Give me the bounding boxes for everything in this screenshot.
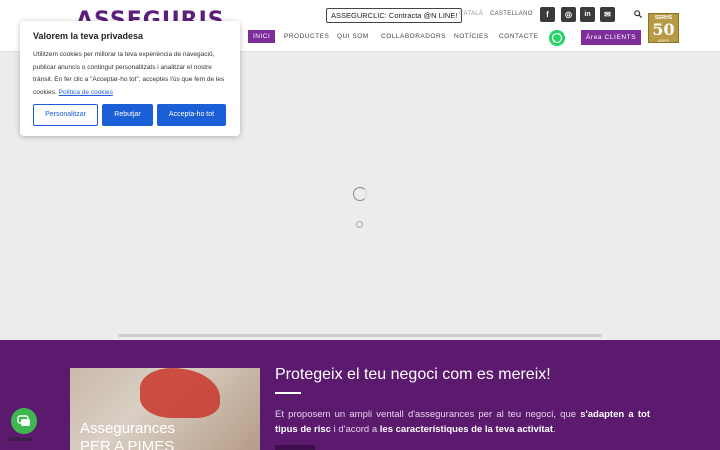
- chat-widget-icon[interactable]: [11, 408, 37, 434]
- pimes-card-title: Assegurances PER A PIMES: [80, 420, 175, 450]
- online-contract-button[interactable]: ASSEGURCLIC: Contracta @N LINE!: [326, 8, 463, 23]
- cookie-policy-link[interactable]: Política de cookies: [59, 89, 113, 96]
- section-title: Protegeix el teu negoci com es mereix!: [275, 366, 551, 383]
- cookie-consent-dialog: Valorem la teva privadesa Utilitzem cook…: [20, 21, 240, 136]
- badge-bottom-text: ANYS: [658, 38, 669, 43]
- reject-button[interactable]: Rebutjar: [102, 104, 153, 126]
- linkedin-icon[interactable]: in: [580, 7, 595, 22]
- email-icon[interactable]: ✉: [600, 7, 615, 22]
- slider-dot[interactable]: [356, 221, 363, 228]
- anniversary-badge: SERHS 50 ANYS: [648, 13, 679, 43]
- nav-item-contacte[interactable]: CONTACTE: [499, 33, 538, 40]
- client-area-button[interactable]: Àrea CLIENTS: [581, 30, 642, 45]
- section-description: Et proposem un ampli ventall d'asseguran…: [275, 407, 650, 437]
- nav-item-collaboradors[interactable]: COLLABORADORS: [381, 33, 446, 40]
- nav-item-productes[interactable]: PRODUCTES: [284, 33, 329, 40]
- whatsapp-icon[interactable]: [549, 30, 565, 46]
- loading-spinner-icon: [353, 187, 367, 201]
- slider-progress-bar: [118, 334, 602, 337]
- cookie-title: Valorem la teva privadesa: [33, 31, 144, 41]
- badge-number: 50: [652, 20, 675, 39]
- accept-all-button[interactable]: Accepta-ho tot: [157, 104, 226, 126]
- facebook-icon[interactable]: f: [540, 7, 555, 22]
- search-icon[interactable]: [634, 10, 642, 18]
- language-spanish-link[interactable]: CASTELLANO: [490, 11, 533, 17]
- getbutton-label: GetButton: [8, 437, 33, 443]
- customize-button[interactable]: Personalitzar: [33, 104, 98, 126]
- card-title-line-2: PER A PIMES: [80, 438, 175, 450]
- card-title-line-1: Assegurances: [80, 420, 176, 437]
- language-catalan-link[interactable]: CATALÀ: [459, 11, 483, 17]
- text-part-2: i d'acord a: [330, 424, 380, 435]
- section-more-button[interactable]: [275, 445, 315, 450]
- title-divider: [275, 392, 301, 394]
- nav-item-inici[interactable]: INICI: [248, 30, 276, 43]
- text-part-1: Et proposem un ampli ventall d'asseguran…: [275, 409, 581, 420]
- text-part-3: .: [553, 424, 556, 435]
- nav-item-qui-som[interactable]: QUI SOM: [337, 33, 369, 40]
- card-image-shape: [140, 368, 220, 418]
- cookie-text: Utilitzem cookies per millorar la teva e…: [33, 49, 229, 99]
- instagram-icon[interactable]: ◎: [561, 7, 576, 22]
- nav-item-noticies[interactable]: NOTÍCIES: [454, 33, 489, 40]
- text-bold-2: les característiques de la teva activita…: [379, 424, 554, 435]
